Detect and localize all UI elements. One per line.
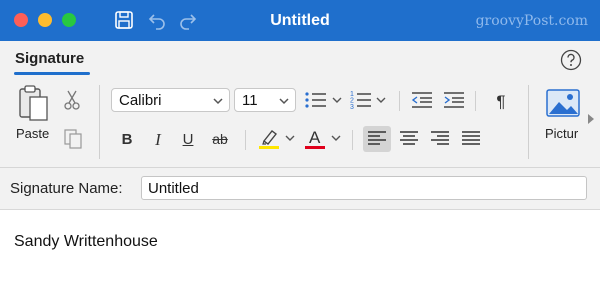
ribbon-scroll-right-icon[interactable] [586,113,596,125]
svg-text:A: A [309,128,321,147]
help-icon[interactable] [560,49,582,71]
decrease-indent-icon[interactable] [410,89,434,111]
close-window-button[interactable] [14,13,28,27]
signature-name-label: Signature Name: [10,180,123,197]
tab-bar: Signature [0,41,600,77]
picture-button-label[interactable]: Pictur [545,126,578,141]
highlight-color-icon[interactable] [256,125,298,151]
save-icon[interactable] [113,9,135,31]
align-right-icon[interactable] [426,126,454,152]
redo-icon[interactable] [177,9,199,31]
ribbon: Paste Calibri 11 1 2 3 ¶ Pictur B I U ab… [0,77,600,168]
font-name-value: Calibri [119,91,162,109]
bold-button[interactable]: B [116,128,138,150]
ribbon-separator [528,85,529,159]
undo-icon[interactable] [146,9,168,31]
chevron-down-icon [213,98,223,105]
chevron-down-icon [279,98,289,105]
font-size-value: 11 [242,91,258,109]
font-name-select[interactable]: Calibri [111,88,230,112]
ribbon-separator [475,91,476,111]
minimize-window-button[interactable] [38,13,52,27]
italic-button[interactable]: I [147,128,169,150]
signature-text[interactable]: Sandy Writtenhouse [14,233,158,251]
maximize-window-button[interactable] [62,13,76,27]
signature-editor[interactable]: Sandy Writtenhouse [0,211,600,289]
signature-name-input[interactable] [141,176,587,200]
underline-button[interactable]: U [177,128,199,150]
ribbon-separator [245,130,246,150]
justify-icon[interactable] [457,126,485,152]
cut-icon[interactable] [63,89,81,111]
tab-signature[interactable]: Signature [15,50,84,67]
bullets-icon[interactable] [304,89,346,111]
font-size-select[interactable]: 11 [234,88,296,112]
increase-indent-icon[interactable] [442,89,466,111]
ribbon-separator [399,91,400,111]
title-bar: Untitled groovyPost.com [0,0,600,41]
align-center-icon[interactable] [395,126,423,152]
paste-icon[interactable] [16,83,52,123]
show-formatting-button[interactable]: ¶ [490,91,512,111]
ribbon-separator [352,130,353,150]
svg-text:3: 3 [350,104,354,111]
copy-icon[interactable] [63,128,83,150]
align-left-icon[interactable] [363,126,391,152]
active-tab-indicator [14,72,90,75]
font-color-icon[interactable]: A [302,125,344,151]
picture-icon[interactable] [545,87,581,119]
watermark: groovyPost.com [475,13,588,29]
paste-button-label[interactable]: Paste [16,126,49,141]
strikethrough-button[interactable]: ab [207,128,233,150]
ribbon-separator [99,85,100,159]
numbering-icon[interactable]: 1 2 3 [350,89,392,111]
signature-name-bar: Signature Name: [0,168,600,210]
